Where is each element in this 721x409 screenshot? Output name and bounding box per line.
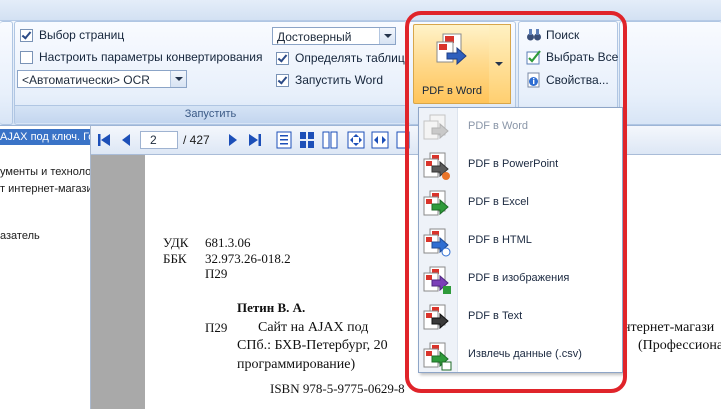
checkbox-unchecked-icon — [20, 50, 33, 64]
fit-page-icon[interactable] — [347, 131, 365, 149]
menu-item-pdf-to-text[interactable]: PDF в Text — [419, 299, 622, 337]
properties-button[interactable]: Свойства... — [526, 71, 609, 89]
udk-label: УДК — [163, 235, 189, 250]
page-gutter — [91, 155, 145, 409]
menu-item-pdf-to-powerpoint[interactable]: PDF в PowerPoint — [419, 147, 622, 185]
menu-item-pdf-to-image[interactable]: PDF в изображения — [419, 261, 622, 299]
menu-item-pdf-to-excel[interactable]: PDF в Excel — [419, 185, 622, 223]
pdf-to-text-icon — [423, 304, 449, 330]
menu-item-extract-csv[interactable]: Извлечь данные (.csv) — [419, 337, 622, 375]
document-tab[interactable]: AJAX под ключ. Го — [0, 129, 90, 145]
checkbox-checked-icon — [20, 28, 33, 42]
pdf-to-image-icon — [423, 266, 451, 294]
select-all-button[interactable]: Выбрать Все — [526, 48, 618, 66]
ocr-combo[interactable]: <Автоматически> OCR — [17, 70, 187, 88]
ribbon-group-label: Запустить — [15, 105, 406, 123]
catalog-code-2: П29 — [205, 320, 228, 335]
isbn: ISBN 978-5-9775-0629-8 — [270, 381, 405, 396]
ribbon-group-empty — [619, 21, 721, 125]
chevron-down-icon[interactable] — [170, 71, 186, 87]
single-page-view-icon[interactable] — [276, 131, 292, 149]
author: Петин В. А. — [237, 300, 306, 315]
book-title-line-2-end: (Профессиона — [638, 338, 721, 353]
previous-page-icon[interactable] — [119, 133, 133, 147]
catalog-code: П29 — [205, 266, 228, 281]
pdf-to-word-icon — [436, 33, 467, 66]
quality-combo[interactable]: Достоверный — [272, 27, 396, 45]
bbk-label: ББК — [163, 251, 187, 266]
pdf-to-html-icon — [423, 228, 451, 257]
pdf-to-powerpoint-icon — [423, 152, 450, 180]
bookmark-item[interactable]: ументы и технолог — [0, 166, 90, 178]
menu-item-pdf-to-word[interactable]: PDF в Word — [419, 109, 622, 147]
search-button[interactable]: Поиск — [526, 26, 579, 44]
page-number-input[interactable]: 2 — [140, 131, 178, 149]
launch-word-checkbox[interactable]: Запустить Word — [276, 72, 383, 88]
book-title-line-1-end: нтернет-магази — [623, 320, 715, 335]
book-title-line-3: программирование) — [237, 357, 356, 372]
pdf-to-word-button[interactable]: PDF в Word — [413, 24, 491, 104]
convert-dropdown-menu: PDF в Word PDF в PowerPoint PDF в Excel … — [418, 107, 623, 373]
detect-tables-checkbox[interactable]: Определять таблицы — [276, 50, 413, 66]
bookmark-item[interactable]: азатель — [0, 230, 40, 242]
first-page-icon[interactable] — [97, 133, 111, 147]
binoculars-icon — [527, 29, 541, 41]
last-page-icon[interactable] — [248, 133, 262, 147]
bbk-value: 32.973.26-018.2 — [205, 251, 291, 266]
properties-icon — [527, 72, 540, 88]
book-title-line-2: СПб.: БХВ-Петербург, 20 — [237, 338, 388, 353]
next-page-icon[interactable] — [226, 133, 240, 147]
zoom-icon[interactable] — [396, 131, 410, 149]
pdf-to-word-icon — [423, 114, 449, 140]
page-select-checkbox[interactable]: Выбор страниц — [20, 27, 124, 43]
checkbox-checked-icon — [276, 51, 289, 65]
select-all-icon — [526, 50, 541, 65]
pdf-to-excel-icon — [423, 190, 449, 216]
continuous-view-icon[interactable] — [299, 131, 315, 149]
book-title-line-1: Сайт на AJAX под — [258, 320, 369, 335]
extract-csv-icon — [423, 342, 452, 371]
checkbox-checked-icon — [276, 73, 289, 87]
fit-width-icon[interactable] — [371, 131, 389, 149]
page-total: / 427 — [183, 133, 210, 147]
chevron-down-icon[interactable] — [379, 28, 395, 44]
conversion-settings-checkbox[interactable]: Настроить параметры конвертирования — [20, 49, 262, 65]
pdf-to-word-dropdown-button[interactable] — [489, 24, 511, 104]
bookmarks-panel: AJAX под ключ. Го ументы и технолог т ин… — [0, 126, 91, 409]
ribbon-group-previous — [0, 21, 13, 125]
menu-item-pdf-to-html[interactable]: PDF в HTML — [419, 223, 622, 261]
udk-value: 681.3.06 — [205, 235, 251, 250]
ribbon-tab-strip — [0, 0, 721, 21]
facing-view-icon[interactable] — [322, 131, 338, 149]
bookmark-item[interactable]: т интернет-магази — [0, 183, 90, 195]
